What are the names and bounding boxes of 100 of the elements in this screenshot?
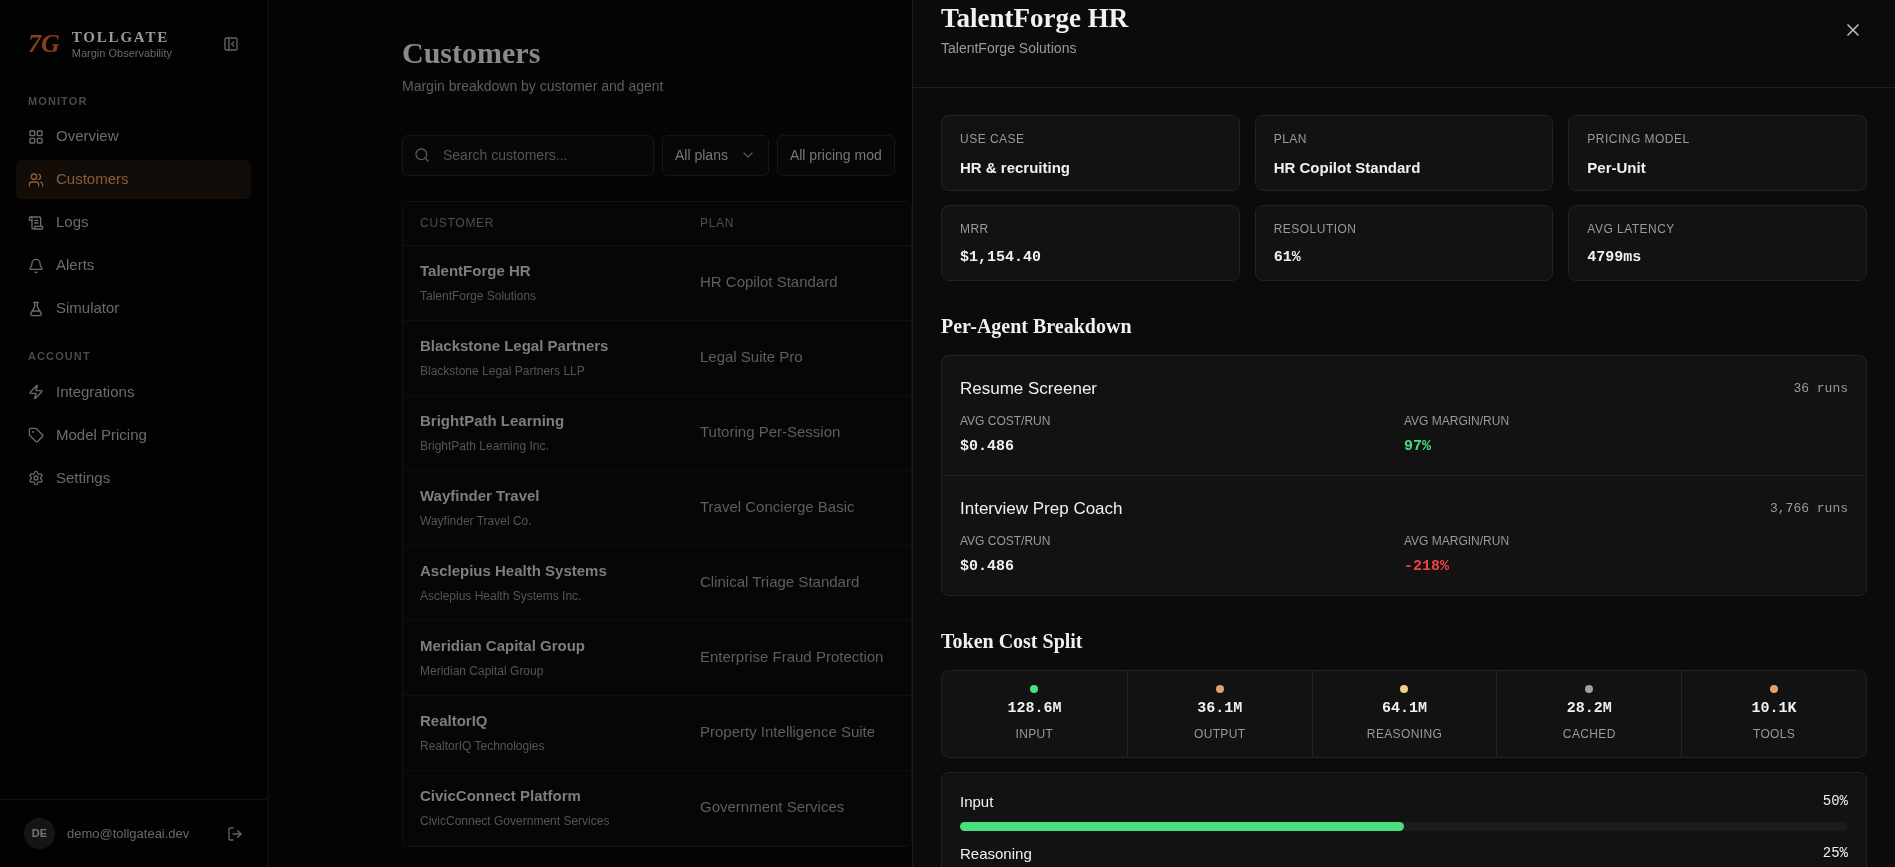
margin-value: -218%	[1404, 556, 1450, 577]
plan-cell-text: Tutoring Per-Session	[700, 422, 841, 443]
table-row[interactable]: BrightPath Learning BrightPath Learning Inc. Tutoring Per-Session	[403, 395, 911, 471]
section-title: Token Cost Split	[941, 629, 1084, 655]
token-value: 10.1K	[1751, 698, 1797, 719]
lightning-icon	[28, 384, 44, 400]
search-icon	[414, 146, 430, 163]
stat-value: Per-Unit	[1587, 158, 1647, 178]
stat-value: 4799ms	[1587, 248, 1643, 268]
logo: 7G	[28, 31, 60, 58]
table-row[interactable]: Wayfinder Travel Wayfinder Travel Co. Travel Concierge Basic	[403, 470, 911, 546]
tag-icon	[28, 427, 44, 443]
token-value: 128.6M	[1007, 698, 1062, 719]
plan-cell-text: HR Copilot Standard	[700, 272, 838, 293]
token-label: TOOLS	[1752, 726, 1796, 744]
nav-item[interactable]: Settings	[16, 458, 251, 498]
customer-name: TalentForge HR	[420, 261, 532, 282]
drawer-title: TalentForge HR	[941, 2, 1129, 35]
stat-value: HR Copilot Standard	[1273, 158, 1422, 178]
column-header: CUSTOMER	[420, 215, 496, 232]
bar-label: Reasoning	[960, 843, 1032, 864]
nav-item[interactable]: Simulator	[16, 289, 251, 328]
drawer-subtitle: TalentForge Solutions	[941, 38, 1078, 58]
table-row[interactable]: Blackstone Legal Partners Blackstone Legal Partners LLP Legal Suite Pro	[403, 320, 911, 396]
agent-name: Interview Prep Coach	[960, 498, 1123, 520]
token-value: 28.2M	[1566, 698, 1612, 719]
customer-name: BrightPath Learning	[420, 411, 566, 432]
token-value: 36.1M	[1197, 698, 1243, 719]
token-label: INPUT	[1015, 726, 1054, 744]
section-label: ACCOUNT	[27, 349, 92, 364]
metric-label: AVG MARGIN/RUN	[1404, 532, 1511, 550]
logout-icon[interactable]	[227, 825, 243, 842]
agent-runs: 36 runs	[1793, 380, 1848, 398]
stat-label: RESOLUTION	[1273, 221, 1358, 238]
customer-name: Blackstone Legal Partners	[420, 336, 610, 357]
user-avatar: DE	[24, 818, 55, 849]
nav-item[interactable]: Overview	[16, 117, 251, 156]
nav-item[interactable]: Logs	[16, 203, 251, 242]
flask-icon	[28, 300, 44, 317]
metric-label: AVG COST/RUN	[960, 412, 1052, 430]
customer-company: BrightPath Learning Inc.	[420, 437, 550, 455]
customer-name: RealtorIQ	[420, 711, 489, 732]
stat-label: MRR	[960, 221, 990, 238]
plan-cell-text: Enterprise Fraud Protection	[700, 647, 884, 668]
plan-cell-text: Property Intelligence Suite	[700, 722, 876, 743]
bar-reading: 25%	[1822, 843, 1848, 863]
settings-icon	[28, 470, 44, 486]
scroll-icon	[28, 214, 44, 231]
token-label: REASONING	[1366, 726, 1443, 744]
agent-name: Resume Screener	[960, 378, 1097, 400]
table-row[interactable]: CivicConnect Platform CivicConnect Government Services Government Services	[403, 770, 911, 846]
grid-icon	[28, 128, 44, 145]
bar-label: Input	[960, 792, 994, 812]
customer-company: Meridian Capital Group	[420, 662, 545, 680]
metric-value: $0.486	[960, 436, 1015, 457]
column-header: PLAN	[700, 215, 735, 232]
collapse-sidebar-icon[interactable]	[223, 36, 239, 53]
nav-item[interactable]: Alerts	[16, 246, 251, 285]
page-subtitle: Margin breakdown by customer and agent	[402, 76, 665, 96]
customer-company: Asclepius Health Systems Inc.	[420, 587, 583, 605]
customer-company: Wayfinder Travel Co.	[420, 512, 533, 530]
table-row[interactable]: TalentForge HR TalentForge Solutions HR Copilot Standard	[403, 245, 911, 321]
table-row[interactable]: Asclepius Health Systems Asclepius Health Systems Inc. Clinical Triage Standard	[403, 545, 911, 621]
nav-item[interactable]: Integrations	[16, 372, 251, 412]
brand-name: TOLLGATE	[71, 28, 170, 47]
metric-value: $0.486	[960, 556, 1015, 577]
customer-company: Blackstone Legal Partners LLP	[420, 362, 586, 380]
token-label: OUTPUT	[1193, 726, 1246, 744]
token-label: CACHED	[1562, 726, 1616, 744]
stat-value: $1,154.40	[960, 248, 1042, 268]
token-value: 64.1M	[1382, 698, 1427, 719]
agent-runs: 3,766 runs	[1770, 500, 1848, 518]
stat-value: HR & recruiting	[960, 158, 1071, 178]
customer-company: RealtorIQ Technologies	[420, 737, 546, 755]
nav-item[interactable]: Customers	[16, 160, 251, 199]
section-label: MONITOR	[27, 93, 89, 109]
stat-label: USE CASE	[960, 131, 1026, 148]
stat-value: 61%	[1273, 248, 1302, 268]
brand-tagline: Margin Observability	[71, 46, 173, 61]
customer-name: Wayfinder Travel	[420, 486, 541, 507]
filter-dropdown[interactable]: All pricing mod	[776, 134, 895, 176]
customer-company: TalentForge Solutions	[420, 287, 538, 305]
nav-item[interactable]: Model Pricing	[16, 415, 251, 455]
bell-icon	[28, 257, 44, 274]
plan-cell-text: Clinical Triage Standard	[700, 572, 860, 593]
customer-name: Asclepius Health Systems	[420, 561, 608, 582]
table-row[interactable]: RealtorIQ RealtorIQ Technologies Property Intelligence Suite	[403, 695, 911, 771]
search-field[interactable]: Search customers...	[402, 134, 654, 176]
table-row[interactable]: Meridian Capital Group Meridian Capital Group Enterprise Fraud Protection	[403, 620, 911, 696]
filter-dropdown[interactable]: All plans	[662, 134, 769, 176]
user-email: demo@tollgateai.dev	[67, 824, 190, 843]
metric-label: AVG COST/RUN	[960, 532, 1052, 550]
customer-company: CivicConnect Government Services	[420, 812, 611, 830]
customer-name: CivicConnect Platform	[420, 786, 582, 807]
stat-label: PRICING MODEL	[1587, 131, 1691, 148]
margin-value: 97%	[1404, 436, 1432, 457]
customer-name: Meridian Capital Group	[420, 636, 586, 657]
bar-reading: 50%	[1822, 792, 1848, 811]
users-icon	[28, 171, 44, 188]
plan-cell-text: Legal Suite Pro	[700, 347, 803, 368]
